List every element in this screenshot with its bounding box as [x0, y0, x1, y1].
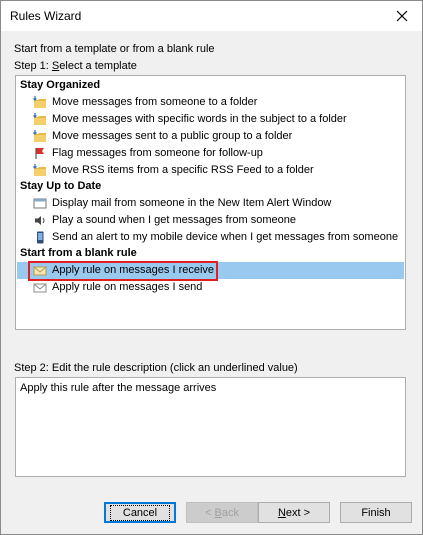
group-header-blank-rule: Start from a blank rule — [20, 247, 137, 259]
template-move-from-someone[interactable]: Move messages from someone to a folder — [17, 94, 404, 111]
template-mobile-alert[interactable]: Send an alert to my mobile device when I… — [17, 229, 404, 246]
folder-arrow-icon — [33, 130, 46, 142]
next-mnemonic: N — [277, 506, 286, 519]
back-button[interactable]: < Back — [186, 502, 258, 523]
close-icon — [396, 10, 408, 22]
step2-label: Step 2: Edit the rule description (click… — [14, 362, 298, 374]
envelope-receive-icon — [33, 266, 47, 276]
finish-button-label: Finish — [361, 506, 391, 519]
finish-button[interactable]: Finish — [340, 502, 412, 523]
mobile-device-icon — [37, 231, 44, 244]
step1-label: Step 1: Select a template — [14, 60, 137, 72]
intro-text: Start from a template or from a blank ru… — [14, 43, 215, 55]
template-move-specific-words[interactable]: Move messages with specific words in the… — [17, 111, 404, 128]
template-apply-on-receive[interactable]: Apply rule on messages I receive — [17, 262, 404, 279]
group-header-stay-organized: Stay Organized — [20, 79, 101, 91]
template-label: Flag messages from someone for follow-up — [52, 147, 263, 159]
title-bar: Rules Wizard — [1, 1, 422, 31]
template-label: Send an alert to my mobile device when I… — [52, 231, 399, 243]
template-label: Apply rule on messages I receive — [52, 264, 215, 276]
group-header-stay-up-to-date: Stay Up to Date — [20, 180, 102, 192]
rule-description-text: Apply this rule after the message arrive… — [20, 382, 217, 394]
red-flag-icon — [35, 148, 44, 159]
template-label: Move RSS items from a specific RSS Feed … — [52, 164, 314, 176]
template-label: Move messages sent to a public group to … — [52, 130, 293, 142]
template-move-public-group[interactable]: Move messages sent to a public group to … — [17, 128, 404, 145]
cancel-button-label: Cancel — [109, 504, 171, 521]
template-new-item-alert[interactable]: Display mail from someone in the New Ite… — [17, 195, 404, 212]
template-label: Move messages from someone to a folder — [52, 96, 258, 108]
cancel-button[interactable]: Cancel — [104, 502, 176, 523]
step1-prefix: Step 1: — [14, 60, 52, 72]
template-label: Play a sound when I get messages from so… — [52, 214, 296, 226]
template-label: Apply rule on messages I send — [52, 281, 203, 293]
template-apply-on-send[interactable]: Apply rule on messages I send — [17, 279, 404, 296]
envelope-send-icon — [33, 283, 47, 293]
step1-rest: elect a template — [59, 60, 137, 72]
template-play-sound[interactable]: Play a sound when I get messages from so… — [17, 212, 404, 229]
rules-wizard-dialog: Rules Wizard Start from a template or fr… — [0, 0, 423, 535]
rule-description-box[interactable]: Apply this rule after the message arrive… — [15, 377, 406, 477]
folder-arrow-icon — [33, 164, 46, 176]
back-rest: ack — [221, 506, 239, 519]
speaker-icon — [35, 216, 45, 225]
window-title: Rules Wizard — [10, 9, 82, 23]
folder-arrow-icon — [33, 96, 46, 108]
next-button[interactable]: Next > — [258, 502, 330, 523]
close-button[interactable] — [382, 1, 422, 31]
template-list[interactable]: Stay Organized Move messages from someon… — [15, 75, 406, 330]
back-prefix: < — [205, 506, 212, 519]
template-label: Display mail from someone in the New Ite… — [52, 197, 332, 209]
alert-window-icon — [33, 198, 47, 209]
template-flag-follow-up[interactable]: Flag messages from someone for follow-up — [17, 145, 404, 162]
folder-arrow-icon — [33, 113, 46, 125]
next-rest: ext > — [285, 506, 311, 519]
template-move-rss[interactable]: Move RSS items from a specific RSS Feed … — [17, 162, 404, 179]
back-mnemonic: B — [214, 506, 222, 519]
template-label: Move messages with specific words in the… — [52, 113, 347, 125]
